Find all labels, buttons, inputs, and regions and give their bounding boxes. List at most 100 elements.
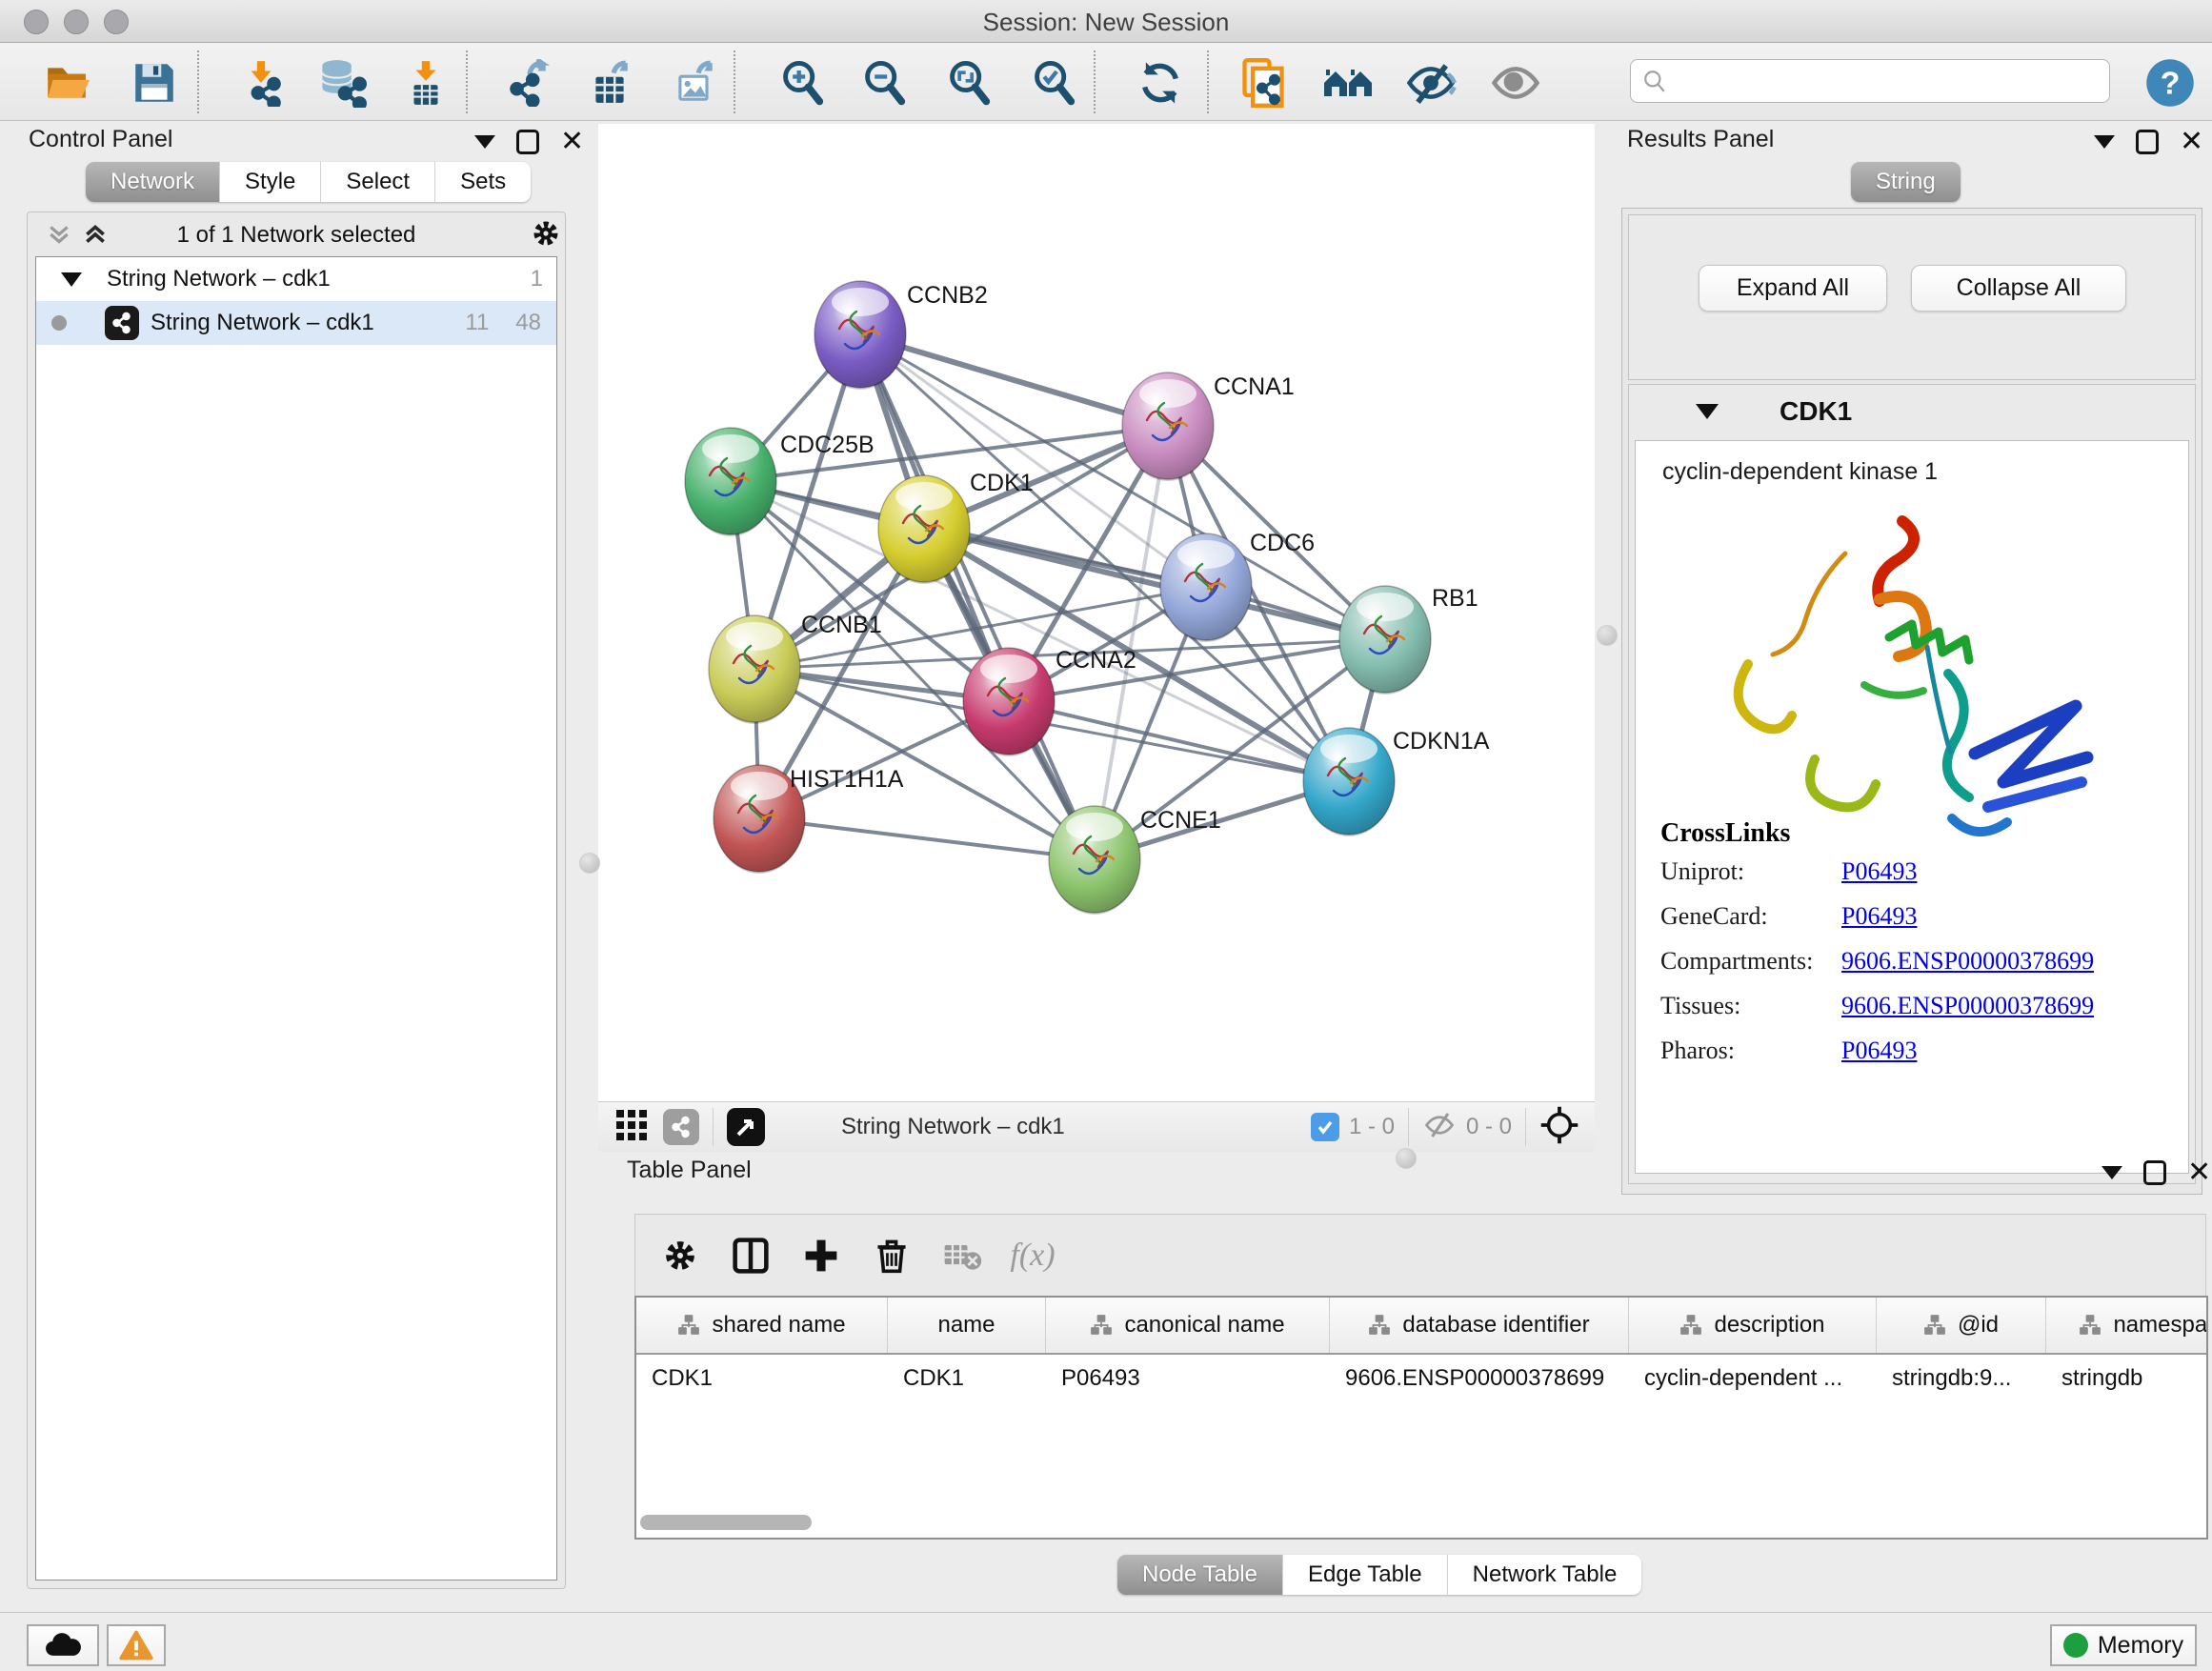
zoom-in-icon[interactable] [777,57,829,109]
gene-header[interactable]: CDK1 [1629,385,2195,438]
network-options-gear-icon[interactable] [531,218,561,253]
edge-HIST1H1A-CCNE1[interactable] [759,818,1095,859]
node-CCNA1[interactable] [1122,372,1214,481]
column-header-canonical-name[interactable]: canonical name [1046,1298,1330,1353]
node-CCNB1[interactable] [709,615,800,724]
import-network-icon[interactable] [235,57,287,109]
network-canvas[interactable]: CCNB2CCNA1CDC25BCDK1CDC6RB1CCNB1CCNA2CDK… [598,124,1595,1151]
crosslink-link[interactable]: P06493 [1841,1037,1917,1065]
delete-column-icon[interactable] [856,1237,927,1275]
table-row[interactable]: CDK1CDK1P064939606.ENSP00000378699cyclin… [636,1355,2206,1402]
export-network-icon[interactable] [502,57,553,109]
refresh-icon[interactable] [1135,57,1186,109]
eye-hide-icon[interactable] [1405,57,1457,109]
tab-style[interactable]: Style [220,162,321,202]
hidden-eye-icon[interactable] [1422,1108,1457,1147]
network-share-icon[interactable] [663,1109,699,1145]
column-header-database-identifier[interactable]: database identifier [1330,1298,1629,1353]
edge-CCNB2-CCNA1[interactable] [860,334,1168,426]
tab-network[interactable]: Network [86,162,220,202]
left-splitter-handle[interactable] [579,853,600,874]
crosslink-link[interactable]: P06493 [1841,902,1917,931]
panel-menu-icon[interactable] [474,135,495,149]
column-header-shared-name[interactable]: shared name [636,1298,888,1353]
column-header-name[interactable]: name [888,1298,1046,1353]
panel-menu-icon[interactable] [2101,1166,2122,1179]
collapse-all-button[interactable]: Collapse All [1911,265,2126,312]
fit-selected-crosshair-icon[interactable] [1539,1105,1579,1150]
grid-view-icon[interactable] [615,1109,648,1146]
import-table-icon[interactable] [400,57,452,109]
expand-all-button[interactable]: Expand All [1699,265,1887,312]
crosslink-link[interactable]: P06493 [1841,857,1917,886]
search-input[interactable] [1675,67,2088,95]
float-panel-icon[interactable] [2136,130,2159,154]
node-CCNE1[interactable] [1049,806,1140,915]
show-columns-icon[interactable] [715,1237,786,1275]
memory-button[interactable]: Memory [2050,1624,2197,1666]
edge-CDK1-RB1[interactable] [924,529,1385,639]
tab-select[interactable]: Select [321,162,435,202]
column-type-icon [1368,1314,1391,1337]
help-icon[interactable]: ? [2144,57,2196,109]
open-session-icon[interactable] [41,57,92,109]
panel-menu-icon[interactable] [2094,135,2115,149]
network-collection-row[interactable]: String Network – cdk1 1 [36,257,556,301]
delete-table-icon[interactable] [927,1235,997,1277]
tab-edge-table[interactable]: Edge Table [1283,1555,1448,1595]
selected-checkbox-icon[interactable] [1311,1113,1339,1141]
houses-icon[interactable] [1322,57,1374,109]
tab-network-table[interactable]: Network Table [1448,1555,1642,1595]
tab-string[interactable]: String [1851,162,1961,202]
cloud-button[interactable] [27,1624,99,1666]
crosslink-link[interactable]: 9606.ENSP00000378699 [1841,992,2094,1020]
close-panel-icon[interactable]: ✕ [560,132,584,151]
close-panel-icon[interactable]: ✕ [2187,1163,2211,1182]
import-network-from-database-icon[interactable] [316,57,368,109]
node-CDKN1A[interactable] [1303,728,1395,836]
save-session-icon[interactable] [129,57,180,109]
node-CCNB2[interactable] [814,281,906,390]
table-cell[interactable]: 9606.ENSP00000378699 [1330,1365,1629,1392]
zoom-out-icon[interactable] [859,57,911,109]
crosslinks-heading: CrossLinks [1660,818,2175,849]
column-header-description[interactable]: description [1629,1298,1877,1353]
documents-share-icon[interactable] [1237,57,1289,109]
table-cell[interactable]: stringdb:9... [1877,1365,2046,1392]
tab-node-table[interactable]: Node Table [1117,1555,1283,1595]
table-cell[interactable]: stringdb [2046,1365,2208,1392]
node-CDC25B[interactable] [685,428,776,536]
zoom-fit-icon[interactable] [944,57,995,109]
node-CCNA2[interactable] [963,648,1055,756]
float-panel-icon[interactable] [516,130,539,154]
table-cell[interactable]: cyclin-dependent ... [1629,1365,1877,1392]
crosslink-link[interactable]: 9606.ENSP00000378699 [1841,947,2094,976]
close-panel-icon[interactable]: ✕ [2180,132,2203,151]
table-gear-icon[interactable] [645,1238,715,1274]
table-cell[interactable]: CDK1 [888,1365,1046,1392]
function-builder-icon[interactable]: f(x) [997,1238,1068,1274]
node-CDC6[interactable] [1160,534,1252,642]
birdseye-view-icon[interactable] [727,1108,765,1146]
collapse-arrow-icon[interactable] [1696,404,1719,419]
tab-sets[interactable]: Sets [435,162,531,202]
node-RB1[interactable] [1339,586,1431,695]
network-row-selected[interactable]: String Network – cdk1 11 48 [36,301,556,345]
float-panel-icon[interactable] [2143,1160,2166,1185]
add-column-icon[interactable] [786,1237,856,1275]
table-cell[interactable]: CDK1 [636,1365,888,1392]
node-CDK1[interactable] [878,475,970,584]
export-image-icon[interactable] [669,57,720,109]
table-cell[interactable]: P06493 [1046,1365,1330,1392]
column-header--id[interactable]: @id [1877,1298,2046,1353]
warning-button[interactable] [107,1624,166,1666]
control-panel: Control Panel ✕ Network Style Select Set… [10,124,564,1599]
collapse-arrow-icon[interactable] [61,272,82,287]
search-box[interactable] [1630,59,2110,103]
network-graph[interactable]: CCNB2CCNA1CDC25BCDK1CDC6RB1CCNB1CCNA2CDK… [598,124,1595,1101]
zoom-selected-icon[interactable] [1029,57,1080,109]
horizontal-scrollbar[interactable] [640,1515,812,1530]
eye-show-icon[interactable] [1490,57,1541,109]
export-table-icon[interactable] [584,57,635,109]
column-header-namespace[interactable]: namespace [2046,1298,2208,1353]
